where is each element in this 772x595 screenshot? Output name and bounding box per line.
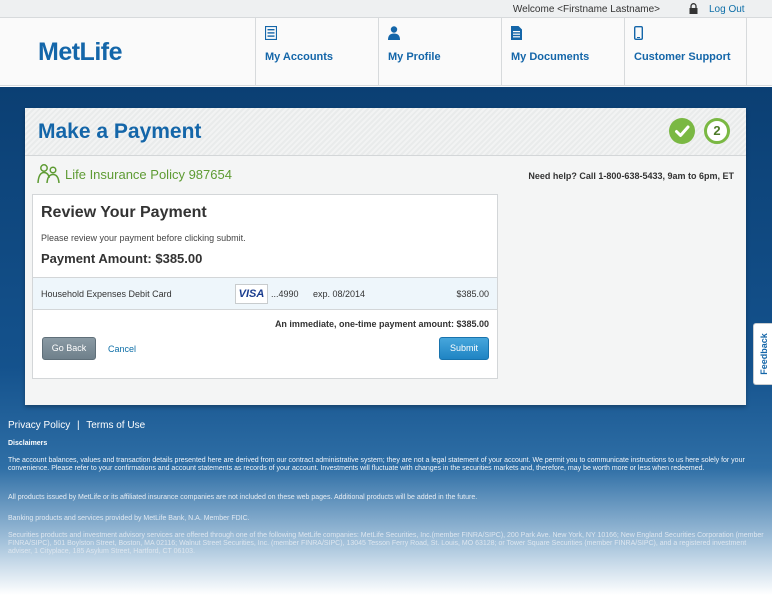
card-name: Household Expenses Debit Card [41,289,172,299]
review-title: Review Your Payment [41,204,207,221]
panel-header: Make a Payment 2 [25,108,746,156]
nav-label: Customer Support [634,51,731,63]
nav-my-documents[interactable]: My Documents [501,18,624,86]
person-icon [388,26,400,40]
go-back-button[interactable]: Go Back [42,337,96,360]
feedback-label: Feedback [758,333,769,375]
disclaimers-title: Disclaimers [8,440,48,447]
visa-logo: VISA [235,284,268,304]
disclaimer-text: Securities products and investment advis… [8,532,764,555]
nav-label: My Accounts [265,51,334,63]
nav-my-accounts[interactable]: My Accounts [255,18,378,86]
nav-customer-support[interactable]: Customer Support [624,18,747,86]
phone-icon [634,26,643,40]
main-nav: My Accounts My Profile My Documents Cust… [255,18,747,86]
nav-label: My Profile [388,51,441,63]
step-2-current: 2 [704,118,730,144]
page-title: Make a Payment [38,120,202,143]
method-amount: $385.00 [456,289,489,299]
card-number: ...4990 [271,289,299,299]
footer-links: Privacy Policy | Terms of Use [8,420,145,431]
family-icon [37,164,60,184]
disclaimer-text: The account balances, values and transac… [8,457,745,472]
payment-method-row: Household Expenses Debit Card VISA ...49… [33,277,497,310]
cancel-link[interactable]: Cancel [108,344,136,354]
submit-button[interactable]: Submit [439,337,489,360]
document-icon [511,26,522,40]
top-bar: Welcome <Firstname Lastname> Log Out [0,0,772,18]
disclaimer-text: All products issued by MetLife or its af… [8,494,478,501]
nav-my-profile[interactable]: My Profile [378,18,501,86]
link-separator: | [77,420,80,431]
terms-of-use-link[interactable]: Terms of Use [86,420,145,431]
privacy-policy-link[interactable]: Privacy Policy [8,420,70,431]
list-icon [265,26,277,40]
one-time-amount: An immediate, one-time payment amount: $… [274,319,489,329]
card-expiry: exp. 08/2014 [313,289,366,299]
metlife-logo[interactable]: MetLife [38,38,123,67]
nav-label: My Documents [511,51,590,63]
review-box: Review Your Payment Please review your p… [32,194,498,379]
lock-icon [689,3,698,14]
welcome-text: Welcome <Firstname Lastname> [512,4,660,15]
checkmark-icon [675,125,690,137]
payment-panel: Make a Payment 2 Life Insurance Policy 9… [25,108,746,405]
policy-name: Life Insurance Policy 987654 [65,167,232,182]
header: MetLife My Accounts My Profile My Docume… [0,18,772,86]
disclaimer-text: Banking products and services provided b… [8,515,250,522]
log-out-link[interactable]: Log Out [709,4,745,15]
help-text: Need help? Call 1-800-638-5433, 9am to 6… [528,171,734,181]
review-instructions: Please review your payment before clicki… [41,233,246,243]
payment-amount: Payment Amount: $385.00 [41,251,203,266]
step-1-complete [669,118,695,144]
feedback-tab[interactable]: Feedback [753,323,772,385]
